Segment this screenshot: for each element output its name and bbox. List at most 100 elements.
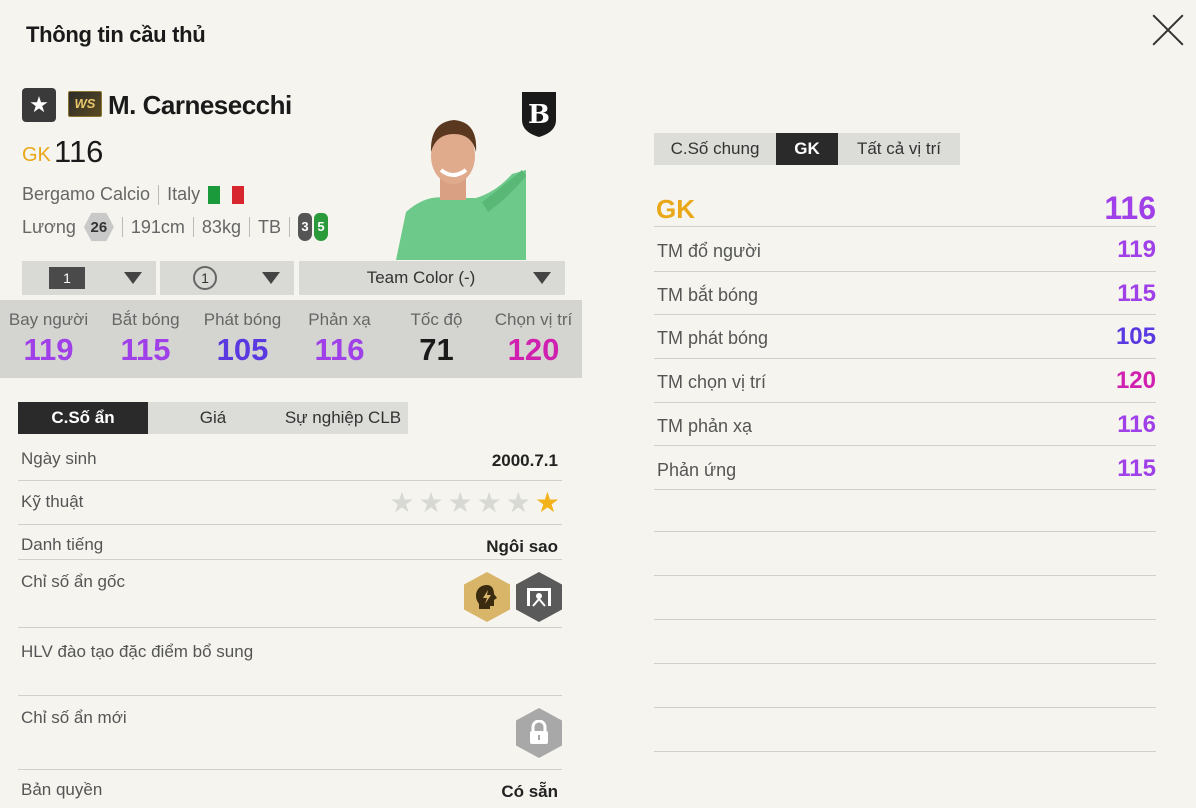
new-hidden-label: Chỉ số ẩn mới <box>21 708 127 727</box>
tab-gk[interactable]: GK <box>776 133 838 165</box>
gk-stat-value: 115 <box>1117 454 1156 482</box>
gk-stat-value: 120 <box>1115 367 1156 395</box>
main-stat-value: 115 <box>120 332 171 367</box>
dropdown-arrow-icon <box>262 272 280 284</box>
gk-stat-row: TM chọn vị trí 120 <box>654 359 1156 403</box>
height: 191cm <box>130 216 185 237</box>
divider <box>121 217 123 237</box>
row-birthday: Ngày sinh 2000.7.1 <box>18 438 562 481</box>
training-dropdown[interactable]: 1 <box>160 261 294 295</box>
license-label: Bản quyền <box>21 780 103 799</box>
gk-title-value: 116 <box>1104 190 1156 226</box>
row-hidden-base: Chỉ số ẩn gốc <box>18 560 562 628</box>
club-name: Bergamo Calcio <box>22 184 151 204</box>
gk-title: GK <box>656 194 695 224</box>
tab-general-stats[interactable]: C.Số chung <box>654 133 776 165</box>
overall-rating: 116 <box>54 134 104 169</box>
team-color-dropdown[interactable]: Team Color (-) <box>299 261 565 295</box>
gk-stat-row: TM phát bóng 105 <box>654 315 1156 360</box>
empty-row-divider <box>654 663 1156 664</box>
main-stats-band: Bay người 119 Bắt bóng 115 Phát bóng 105 Phản … <box>0 300 582 378</box>
main-stat-label: Phát bóng <box>203 310 282 329</box>
gk-stat-label: TM chọn vị trí <box>657 372 767 393</box>
gk-stat-label: TM đổ người <box>657 241 761 261</box>
fame-label: Danh tiếng <box>21 535 104 554</box>
main-stat: Bắt bóng 115 <box>97 300 194 378</box>
lock-icon[interactable] <box>516 708 562 758</box>
main-stat-value: 120 <box>507 332 560 367</box>
lightning-head-icon[interactable] <box>464 572 510 622</box>
page-title: Thông tin cầu thủ <box>26 22 206 47</box>
main-stat-value: 71 <box>419 332 454 367</box>
main-stat: Bay người 119 <box>0 300 97 378</box>
nation-name: Italy <box>167 184 201 204</box>
right-foot-rating: 5 <box>313 213 328 241</box>
main-stat: Chọn vị trí 120 <box>485 300 582 378</box>
physical-line: Lương 26 191cm 83kg TB 3 5 <box>22 212 328 242</box>
empty-row-divider <box>654 707 1156 708</box>
body-type: TB <box>257 216 281 237</box>
birthday-label: Ngày sinh <box>21 449 97 468</box>
gk-stat-label: TM bắt bóng <box>657 284 759 305</box>
empty-row-divider <box>654 619 1156 620</box>
tab-club-career[interactable]: Sự nghiệp CLB <box>278 402 408 434</box>
gk-stat-value: 119 <box>1117 236 1156 263</box>
gk-stat-value: 105 <box>1115 323 1156 351</box>
foot-rating: 3 5 <box>297 213 328 241</box>
dropdown-arrow-icon <box>124 272 142 284</box>
hidden-traits <box>464 572 562 622</box>
gk-stat-value: 115 <box>1117 279 1156 307</box>
gk-stat-row: TM phản xạ 116 <box>654 403 1156 447</box>
divider <box>248 217 250 237</box>
main-stat: Phát bóng 105 <box>194 300 291 378</box>
star-filled-icon: ★ <box>534 487 560 518</box>
gk-stat-row: Phản ứng 115 <box>654 447 1156 491</box>
main-stat-value: 119 <box>23 332 74 367</box>
license-value: Có sẵn <box>501 782 558 801</box>
player-portrait <box>396 120 526 260</box>
flag-italy-icon <box>208 185 245 204</box>
gk-stat-row: TM bắt bóng 115 <box>654 272 1156 316</box>
coach-label: HLV đào tạo đặc điểm bổ sung <box>21 642 254 661</box>
tab-hidden-stats[interactable]: C.Số ẩn <box>18 402 148 434</box>
close-icon[interactable] <box>1150 12 1186 48</box>
goalkeeper-dive-icon[interactable] <box>516 572 562 622</box>
tab-price[interactable]: Giá <box>148 402 278 434</box>
detail-tabs: C.Số ẩn Giá Sự nghiệp CLB <box>18 402 408 434</box>
row-fame: Danh tiếng Ngôi sao <box>18 525 562 560</box>
season-badge: WS <box>68 91 102 117</box>
gk-stat-label: TM phản xạ <box>657 415 753 436</box>
team-color-value: Team Color (-) <box>366 268 476 287</box>
star-empty-icon: ★ <box>476 487 502 518</box>
main-stat: Phản xạ 116 <box>291 300 388 378</box>
divider <box>192 217 194 237</box>
empty-row-divider <box>654 751 1156 752</box>
star-icon[interactable]: ★ <box>22 88 56 122</box>
birthday-value: 2000.7.1 <box>491 451 558 470</box>
salary-label: Lương <box>22 216 76 237</box>
gk-stat-label: TM phát bóng <box>657 328 769 349</box>
main-stat-value: 105 <box>216 332 269 367</box>
gk-stat-label: Phản ứng <box>657 459 737 480</box>
skill-label: Kỹ thuật <box>21 492 84 511</box>
hidden-base-label: Chỉ số ẩn gốc <box>21 572 125 591</box>
row-skill: Kỹ thuật ★ ★ ★ ★ ★ ★ <box>18 481 562 525</box>
level-dropdown[interactable]: 1 <box>22 261 156 295</box>
star-empty-icon: ★ <box>418 487 444 518</box>
position-tabs: C.Số chung GK Tất cả vị trí <box>654 133 960 165</box>
club-nation-line: Bergamo Calcio Italy <box>22 184 245 205</box>
dropdown-arrow-icon <box>533 272 551 284</box>
main-stat-label: Tốc độ <box>410 310 463 329</box>
gk-stat-value: 116 <box>1117 410 1156 438</box>
weight: 83kg <box>201 216 241 237</box>
divider <box>288 217 290 237</box>
svg-text:B: B <box>528 100 550 130</box>
row-coach: HLV đào tạo đặc điểm bổ sung <box>18 628 562 696</box>
player-name: M. Carnesecchi <box>108 90 292 120</box>
tab-all-positions[interactable]: Tất cả vị trí <box>838 133 960 165</box>
star-empty-icon: ★ <box>505 487 531 518</box>
divider <box>158 184 160 205</box>
main-stat-label: Bay người <box>8 310 89 329</box>
skill-stars: ★ ★ ★ ★ ★ ★ <box>389 489 560 517</box>
star-empty-icon: ★ <box>447 487 473 518</box>
